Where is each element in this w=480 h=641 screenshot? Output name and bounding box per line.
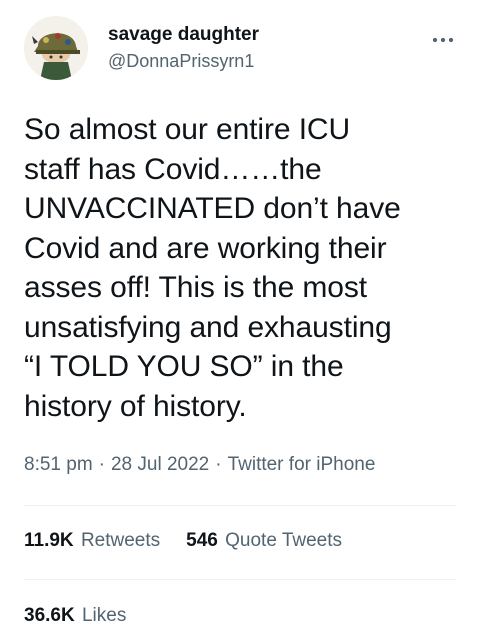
- tweet-card: savage daughter @DonnaPrissyrn1 So almos…: [0, 0, 480, 641]
- likes-stats-row: 36.6K Likes: [24, 604, 126, 628]
- avatar-illustration: [24, 16, 88, 80]
- likes-label: Likes: [81, 605, 127, 626]
- quote-tweets-label: Quote Tweets: [225, 530, 343, 551]
- tweet-header: savage daughter @DonnaPrissyrn1: [24, 16, 456, 86]
- likes-stat[interactable]: 36.6K Likes: [24, 605, 126, 626]
- author-handle[interactable]: @DonnaPrissyrn1: [108, 50, 259, 72]
- author-display-name[interactable]: savage daughter: [108, 24, 259, 46]
- meta-separator: ·: [215, 454, 222, 475]
- tweet-time[interactable]: 8:51 pm: [24, 454, 93, 475]
- retweets-count: 11.9K: [24, 530, 74, 551]
- divider: [24, 505, 456, 506]
- profile-avatar-icon[interactable]: [24, 16, 88, 80]
- tweet-meta: 8:51 pm · 28 Jul 2022 · Twitter for iPhone: [24, 453, 375, 477]
- retweets-stat[interactable]: 11.9K Retweets: [24, 530, 160, 551]
- quote-tweets-stat[interactable]: 546 Quote Tweets: [186, 530, 342, 551]
- meta-separator: ·: [98, 454, 105, 475]
- retweet-stats-row: 11.9K Retweets 546 Quote Tweets: [24, 529, 342, 553]
- divider: [24, 579, 456, 580]
- quote-tweets-count: 546: [186, 530, 218, 551]
- tweet-text: So almost our entire ICU staff has Covid…: [24, 113, 401, 423]
- likes-count: 36.6K: [24, 605, 75, 626]
- tweet-date[interactable]: 28 Jul 2022: [111, 454, 209, 475]
- author-names: savage daughter @DonnaPrissyrn1: [108, 24, 259, 72]
- tweet-source[interactable]: Twitter for iPhone: [228, 454, 376, 475]
- retweets-label: Retweets: [80, 530, 161, 551]
- more-options-icon[interactable]: [430, 30, 456, 50]
